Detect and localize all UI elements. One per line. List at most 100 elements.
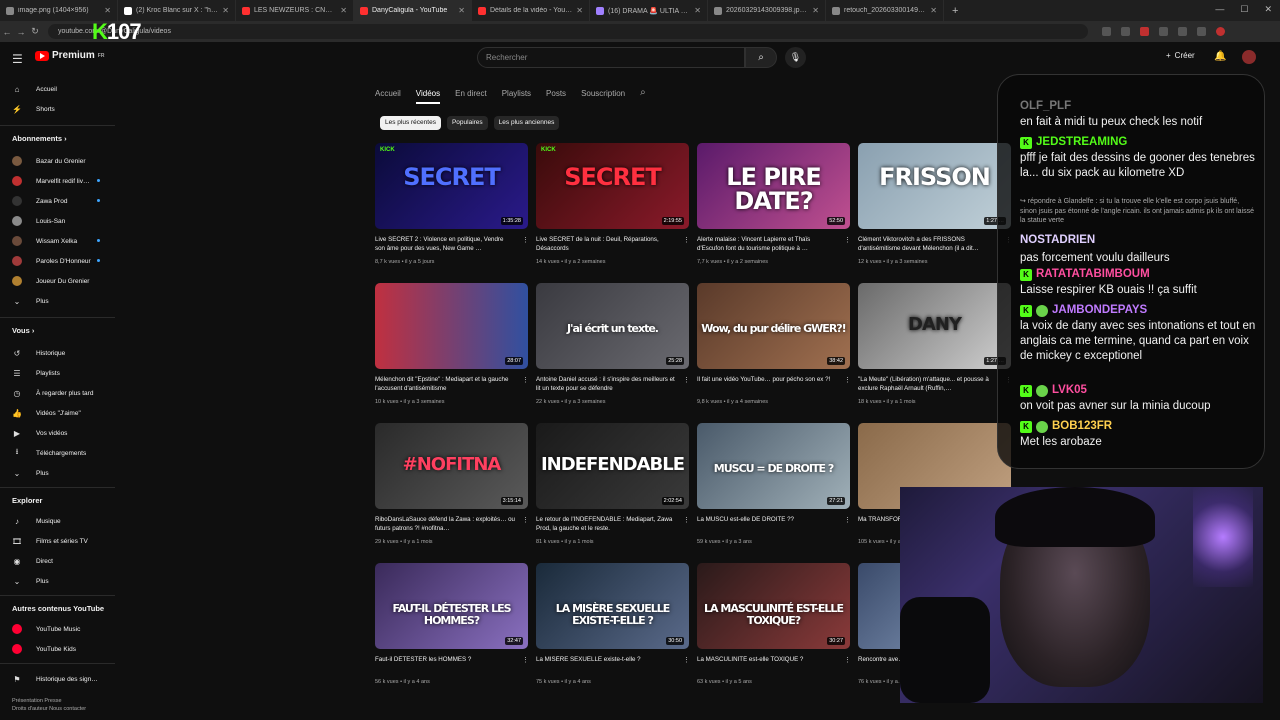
voice-search-button[interactable]: 🎙 bbox=[785, 47, 806, 68]
tab-close-icon[interactable]: ✕ bbox=[222, 6, 229, 15]
video-thumbnail[interactable]: DANY 1:27:… bbox=[858, 283, 1011, 369]
sidebar-item[interactable]: ⚑ Historique des sign… bbox=[12, 672, 97, 686]
sidebar-item[interactable]: 👍 Vidéos "J'aime" bbox=[12, 406, 81, 420]
back-icon[interactable]: ← bbox=[0, 27, 14, 37]
tab-close-icon[interactable]: ✕ bbox=[930, 6, 937, 15]
sidebar-item[interactable]: ◷ À regarder plus tard bbox=[12, 386, 94, 400]
more-options-icon[interactable]: ⋮ bbox=[683, 516, 690, 524]
video-title[interactable]: La MASCULINITÉ est-elle TOXIQUE ? bbox=[697, 656, 837, 674]
tab-close-icon[interactable]: ✕ bbox=[576, 6, 583, 15]
sidebar-subscription[interactable]: ⌄ Plus bbox=[12, 294, 49, 308]
video-thumbnail[interactable]: J'ai écrit un texte. 25:28 bbox=[536, 283, 689, 369]
youtube-premium-logo[interactable]: Premium FR bbox=[35, 50, 104, 61]
channel-search-icon[interactable]: ⌕ bbox=[640, 87, 646, 104]
sidebar-subscription[interactable]: Louis-San bbox=[12, 214, 65, 228]
video-title[interactable]: La MISÈRE SEXUELLE existe-t-elle ? bbox=[536, 656, 676, 674]
video-thumbnail[interactable]: LE PIRE DATE? 52:50 bbox=[697, 143, 850, 229]
more-options-icon[interactable]: ⋮ bbox=[844, 236, 851, 244]
sidebar-subscription[interactable]: Joueur Du Grenier bbox=[12, 274, 89, 288]
video-thumbnail[interactable]: FRISSON 1:27:… bbox=[858, 143, 1011, 229]
video-title[interactable]: Mélenchon dit "Epstine" : Mediapart et l… bbox=[375, 376, 515, 394]
account-avatar[interactable] bbox=[1242, 50, 1256, 64]
video-title[interactable]: Live SECRET de la nuit : Deuil, Réparati… bbox=[536, 236, 676, 254]
video-title[interactable]: La MUSCU est-elle DE DROITE ?? bbox=[697, 516, 837, 534]
sort-chip[interactable]: Les plus anciennes bbox=[493, 116, 560, 130]
extension-icon[interactable] bbox=[1121, 27, 1130, 36]
notifications-bell-icon[interactable]: 🔔 bbox=[1214, 51, 1226, 62]
browser-tab[interactable]: (2) Kroc Blanc sur X : "https://t.…✕ bbox=[118, 0, 236, 21]
reload-icon[interactable]: ↻ bbox=[28, 26, 42, 37]
video-title[interactable]: Antoine Daniel accusé : il s'inspire des… bbox=[536, 376, 676, 394]
sidebar-subscription[interactable]: Marvelfit redif liv… bbox=[12, 174, 89, 188]
sidebar-item[interactable]: ⌂ Accueil bbox=[12, 82, 57, 96]
more-options-icon[interactable]: ⋮ bbox=[844, 516, 851, 524]
extension-icon[interactable] bbox=[1140, 27, 1149, 36]
tab-accueil[interactable]: Accueil bbox=[375, 89, 401, 104]
extension-icon[interactable] bbox=[1102, 27, 1111, 36]
sidebar-item[interactable]: YouTube Music bbox=[12, 622, 80, 636]
browser-tab[interactable]: LES NEWZEURS : CNC TALENT… ✕ bbox=[236, 0, 354, 21]
sidebar-subscription[interactable]: Zawa Prod bbox=[12, 194, 67, 208]
close-window-icon[interactable]: ✕ bbox=[1264, 4, 1272, 15]
hamburger-menu-icon[interactable]: ☰ bbox=[12, 52, 23, 66]
sidebar-subscription[interactable]: Wissam Xelka bbox=[12, 234, 77, 248]
more-options-icon[interactable]: ⋮ bbox=[844, 376, 851, 384]
more-options-icon[interactable]: ⋮ bbox=[522, 656, 529, 664]
more-options-icon[interactable]: ⋮ bbox=[683, 236, 690, 244]
sidebar-item[interactable]: YouTube Kids bbox=[12, 642, 76, 656]
tab-en-direct[interactable]: En direct bbox=[455, 89, 487, 104]
video-thumbnail[interactable]: MUSCU = DE DROITE ? 27:21 bbox=[697, 423, 850, 509]
video-title[interactable]: Live SECRET 2 : Violence en politique, V… bbox=[375, 236, 515, 254]
footer-links[interactable]: Présentation Presse bbox=[12, 698, 62, 704]
sidebar-subscription[interactable]: Bazar du Grenier bbox=[12, 154, 86, 168]
sidebar-item[interactable]: 🎞 Films et séries TV bbox=[12, 534, 88, 548]
video-title[interactable]: Clément Viktorovitch a des FRISSONS d'an… bbox=[858, 236, 998, 254]
video-title[interactable]: Faut-il DÉTESTER les HOMMES ? bbox=[375, 656, 515, 674]
subscriptions-heading[interactable]: Abonnements › bbox=[12, 134, 67, 143]
sidebar-item[interactable]: ☰ Playlists bbox=[12, 366, 59, 380]
more-options-icon[interactable]: ⋮ bbox=[522, 516, 529, 524]
tab-close-icon[interactable]: ✕ bbox=[104, 6, 111, 15]
maximize-icon[interactable]: ☐ bbox=[1240, 4, 1248, 15]
browser-tab[interactable]: retouch_2026033001491118.jp… ✕ bbox=[826, 0, 944, 21]
sidebar-subscription[interactable]: Paroles D'Honneur bbox=[12, 254, 91, 268]
tab-playlists[interactable]: Playlists bbox=[502, 89, 531, 104]
browser-tab[interactable]: DanyCaligula - YouTube ✕ bbox=[354, 0, 472, 21]
minimize-icon[interactable]: — bbox=[1215, 4, 1224, 15]
footer-links[interactable]: Droits d'auteur Nous contacter bbox=[12, 706, 86, 712]
more-options-icon[interactable]: ⋮ bbox=[522, 376, 529, 384]
sidebar-item[interactable]: ⭳ Téléchargements bbox=[12, 446, 87, 460]
video-thumbnail[interactable]: LA MISÈRE SEXUELLE EXISTE-T-ELLE ? 30:50 bbox=[536, 563, 689, 649]
sidebar-item[interactable]: ♪ Musique bbox=[12, 514, 61, 528]
you-heading[interactable]: Vous › bbox=[12, 326, 34, 335]
video-thumbnail[interactable]: Wow, du pur délire GWER?! 38:42 bbox=[697, 283, 850, 369]
video-thumbnail[interactable]: 28:07 bbox=[375, 283, 528, 369]
video-thumbnail[interactable]: #NOFITNA 3:15:14 bbox=[375, 423, 528, 509]
extension-icon[interactable] bbox=[1178, 27, 1187, 36]
sidebar-item[interactable]: ⚡ Shorts bbox=[12, 102, 55, 116]
extension-icon[interactable] bbox=[1216, 27, 1225, 36]
tab-posts[interactable]: Posts bbox=[546, 89, 566, 104]
browser-tab[interactable]: Détails de la vidéo - YouTube S…✕ bbox=[472, 0, 590, 21]
video-thumbnail[interactable]: SECRET KICK 2:19:55 bbox=[536, 143, 689, 229]
create-button[interactable]: + Créer bbox=[1166, 51, 1195, 60]
tab-close-icon[interactable]: ✕ bbox=[694, 6, 701, 15]
new-tab-icon[interactable]: + bbox=[944, 5, 966, 17]
more-options-icon[interactable]: ⋮ bbox=[844, 656, 851, 664]
sort-chip[interactable]: Les plus récentes bbox=[380, 116, 441, 130]
tab-close-icon[interactable]: ✕ bbox=[340, 6, 347, 15]
more-options-icon[interactable]: ⋮ bbox=[683, 376, 690, 384]
extension-icon[interactable] bbox=[1159, 27, 1168, 36]
sidebar-item[interactable]: ↺ Historique bbox=[12, 346, 66, 360]
tab-close-icon[interactable]: ✕ bbox=[458, 6, 465, 15]
browser-tab[interactable]: 20260329143009398.jpg (1736… ✕ bbox=[708, 0, 826, 21]
sidebar-item[interactable]: ⌄ Plus bbox=[12, 466, 49, 480]
video-thumbnail[interactable]: INDEFENDABLE 2:02:54 bbox=[536, 423, 689, 509]
video-title[interactable]: "La Meute" (Libération) m'attaque... et … bbox=[858, 376, 998, 394]
sidebar-item[interactable]: ⌄ Plus bbox=[12, 574, 49, 588]
browser-tab[interactable]: image.png (1404×956) ✕ bbox=[0, 0, 118, 21]
sort-chip[interactable]: Populaires bbox=[446, 116, 488, 130]
search-input[interactable]: Rechercher bbox=[477, 47, 745, 68]
browser-tab[interactable]: (16) DRAMA 🚨 ULTIA CNC??… ✕ bbox=[590, 0, 708, 21]
search-button[interactable]: ⌕ bbox=[745, 47, 777, 68]
